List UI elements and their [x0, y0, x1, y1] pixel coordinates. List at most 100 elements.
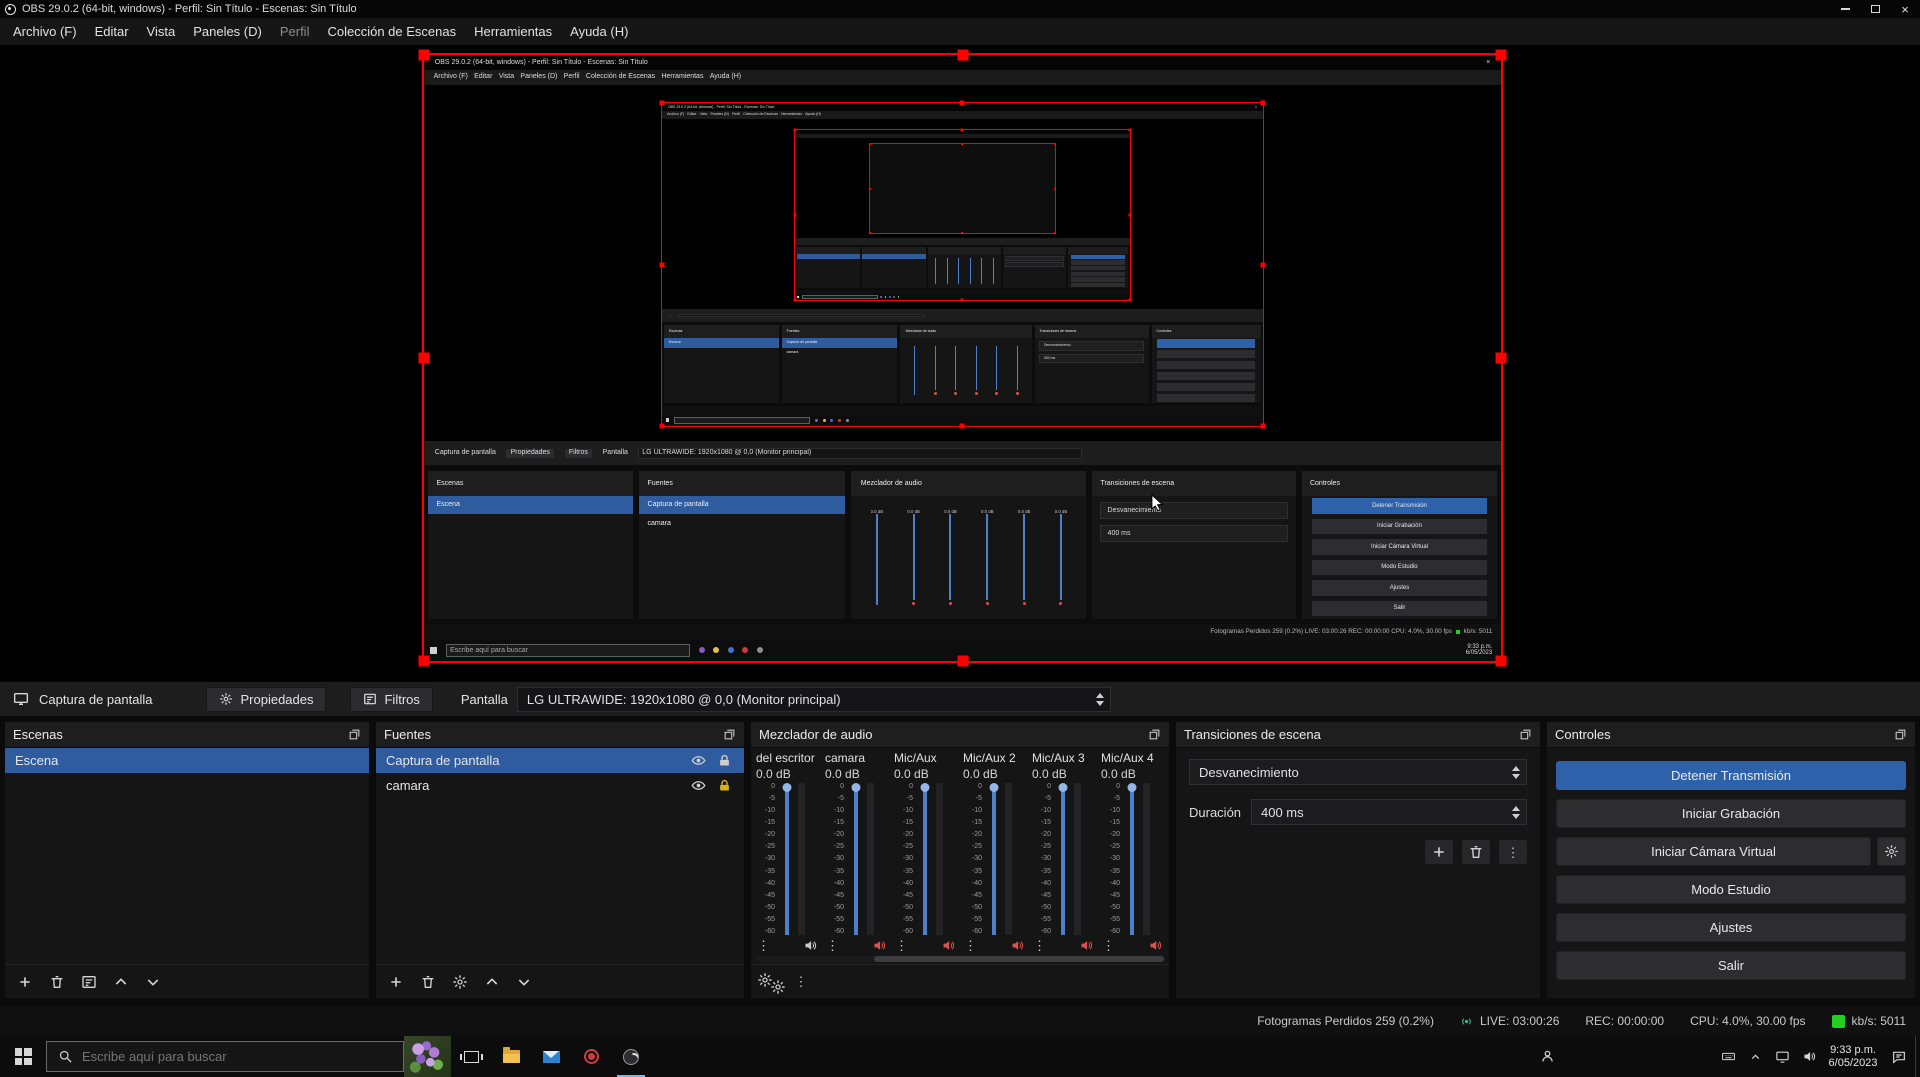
selection-handle-icon[interactable] [961, 143, 963, 145]
task-view-button[interactable] [451, 1036, 491, 1077]
selection-handle-icon[interactable] [419, 353, 430, 364]
modo-estudio-button[interactable]: Modo Estudio [1556, 875, 1906, 904]
selection-handle-icon[interactable] [659, 423, 664, 428]
selection-handle-icon[interactable] [1496, 50, 1507, 61]
source-properties-button[interactable] [446, 970, 474, 994]
selection-handle-icon[interactable] [419, 656, 430, 667]
preview-canvas[interactable]: OBS 29.0.2 (64-bit, windows) - Perfil: S… [0, 45, 1920, 681]
volume-slider[interactable] [1055, 783, 1070, 935]
menu-item-archivo-f[interactable]: Archivo (F) [4, 24, 86, 39]
source-row[interactable]: Captura de pantalla [376, 748, 744, 773]
selection-handle-icon[interactable] [961, 299, 964, 302]
mute-speaker-icon[interactable] [1010, 938, 1025, 953]
popout-icon[interactable] [1894, 728, 1907, 741]
scene-row[interactable]: Escena [5, 748, 369, 773]
mixer-menu-button[interactable]: ⋮ [787, 970, 815, 994]
selection-handle-icon[interactable] [1496, 353, 1507, 364]
salir-button[interactable]: Salir [1556, 951, 1906, 980]
slider-knob[interactable] [989, 783, 998, 792]
network-tray-button[interactable] [1769, 1036, 1796, 1077]
close-button[interactable]: × [1890, 0, 1920, 18]
popout-icon[interactable] [348, 728, 361, 741]
add-scene-button[interactable] [11, 970, 39, 994]
volume-slider[interactable] [848, 783, 863, 935]
scene-filters-button[interactable] [75, 970, 103, 994]
selection-handle-icon[interactable] [961, 232, 963, 234]
slider-knob[interactable] [782, 783, 791, 792]
properties-button[interactable]: Propiedades [206, 687, 326, 712]
touch-keyboard-button[interactable] [1715, 1036, 1742, 1077]
selection-handle-icon[interactable] [1128, 213, 1131, 216]
selection-handle-icon[interactable] [1261, 262, 1266, 267]
selection-handle-icon[interactable] [419, 50, 430, 61]
selection-handle-icon[interactable] [869, 232, 871, 234]
selection-handle-icon[interactable] [1261, 423, 1266, 428]
selection-handle-icon[interactable] [957, 656, 968, 667]
virtual-camera-config-button[interactable] [1877, 837, 1906, 866]
selection-handle-icon[interactable] [659, 101, 664, 106]
spinbox-arrows-icon[interactable] [1508, 806, 1524, 819]
mail-button[interactable] [531, 1036, 571, 1077]
filters-button[interactable]: Filtros [350, 687, 432, 712]
menu-item-paneles-d[interactable]: Paneles (D) [184, 24, 271, 39]
selection-handle-icon[interactable] [1054, 232, 1056, 234]
selection-handle-icon[interactable] [794, 299, 797, 302]
menu-item-herramientas[interactable]: Herramientas [465, 24, 561, 39]
channel-menu-icon[interactable]: ⋮ [757, 939, 770, 952]
hidden-icons-button[interactable] [1742, 1036, 1769, 1077]
remove-scene-button[interactable] [43, 970, 71, 994]
mixer-scrollbar-thumb[interactable] [874, 956, 1164, 962]
taskbar-clock[interactable]: 9:33 p.m.6/05/2023 [1823, 1036, 1883, 1077]
volume-tray-button[interactable] [1796, 1036, 1823, 1077]
selection-handle-icon[interactable] [957, 50, 968, 61]
mute-speaker-icon[interactable] [803, 938, 818, 953]
obs-taskbar-button[interactable] [611, 1036, 651, 1077]
channel-menu-icon[interactable]: ⋮ [1033, 939, 1046, 952]
visibility-eye-icon[interactable] [690, 752, 707, 769]
iniciar-camara-virtual-button[interactable]: Iniciar Cámara Virtual [1556, 837, 1871, 866]
selection-handle-icon[interactable] [1054, 188, 1056, 190]
slider-knob[interactable] [920, 783, 929, 792]
menu-item-editar[interactable]: Editar [86, 24, 138, 39]
iniciar-grabacion-button[interactable]: Iniciar Grabación [1556, 799, 1906, 828]
volume-slider[interactable] [779, 783, 794, 935]
combobox-arrows-icon[interactable] [1508, 766, 1524, 779]
minimize-button[interactable] [1830, 0, 1860, 18]
slider-knob[interactable] [1058, 783, 1067, 792]
recording-app-button[interactable] [571, 1036, 611, 1077]
capture-region[interactable]: OBS 29.0.2 (64-bit, windows) - Perfil: S… [422, 53, 1503, 663]
selection-handle-icon[interactable] [1128, 299, 1131, 302]
file-explorer-button[interactable] [491, 1036, 531, 1077]
lock-icon[interactable] [716, 777, 733, 794]
maximize-button[interactable] [1860, 0, 1890, 18]
selection-handle-icon[interactable] [794, 213, 797, 216]
mute-speaker-icon[interactable] [941, 938, 956, 953]
mute-speaker-icon[interactable] [1079, 938, 1094, 953]
duration-spinbox[interactable]: 400 ms [1251, 799, 1527, 825]
move-scene-down-button[interactable] [139, 970, 167, 994]
action-center-button[interactable] [1883, 1036, 1915, 1077]
selection-handle-icon[interactable] [794, 128, 797, 131]
selection-handle-icon[interactable] [1054, 143, 1056, 145]
selection-handle-icon[interactable] [1128, 128, 1131, 131]
volume-slider[interactable] [1124, 783, 1139, 935]
remove-source-button[interactable] [414, 970, 442, 994]
transition-combobox[interactable]: Desvanecimiento [1189, 759, 1527, 785]
screen-combobox[interactable]: LG ULTRAWIDE: 1920x1080 @ 0,0 (Monitor p… [517, 687, 1111, 712]
menu-item-ayuda-h[interactable]: Ayuda (H) [561, 24, 637, 39]
selection-handle-icon[interactable] [1261, 101, 1266, 106]
move-source-up-button[interactable] [478, 970, 506, 994]
add-source-button[interactable] [382, 970, 410, 994]
slider-knob[interactable] [851, 783, 860, 792]
popout-icon[interactable] [1148, 728, 1161, 741]
selection-handle-icon[interactable] [960, 101, 965, 106]
volume-slider[interactable] [986, 783, 1001, 935]
source-row[interactable]: camara [376, 773, 744, 798]
channel-menu-icon[interactable]: ⋮ [1102, 939, 1115, 952]
taskbar-search[interactable] [46, 1041, 404, 1072]
channel-menu-icon[interactable]: ⋮ [895, 939, 908, 952]
lock-icon[interactable] [716, 752, 733, 769]
selection-handle-icon[interactable] [869, 188, 871, 190]
slider-knob[interactable] [1127, 783, 1136, 792]
detener-transmision-button[interactable]: Detener Transmisión [1556, 761, 1906, 790]
